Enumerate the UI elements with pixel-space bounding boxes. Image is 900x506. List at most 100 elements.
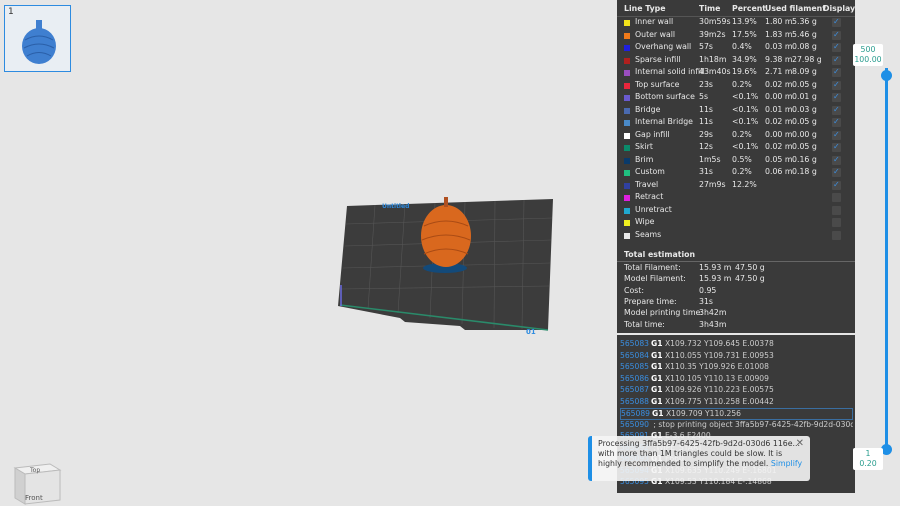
legend-row[interactable]: Internal Bridge 11s <0.1% 0.02 m 0.05 g (617, 117, 855, 130)
legend-row[interactable]: Skirt 12s <0.1% 0.02 m 0.05 g (617, 142, 855, 155)
weight-value: 0.03 g (792, 104, 817, 114)
color-swatch (624, 120, 630, 126)
total-row: Total time: 3h43m (617, 320, 855, 333)
view-cube[interactable]: Top Front (10, 460, 65, 506)
legend-row[interactable]: Seams (617, 230, 855, 243)
weight-value: 0.05 g (792, 79, 817, 89)
gcode-line[interactable]: 565085 G1 X110.35 Y109.926 E.01008 (620, 362, 853, 374)
display-checkbox[interactable] (832, 142, 841, 152)
legend-row[interactable]: Internal solid infill 43m40s 19.6% 2.71 … (617, 67, 855, 80)
display-checkbox[interactable] (832, 105, 841, 115)
percent-value: 13.9% (732, 17, 757, 26)
display-checkbox[interactable] (832, 167, 841, 177)
gcode-line[interactable]: 565083 G1 X109.732 Y109.645 E.00378 (620, 339, 853, 351)
percent-value: 0.5% (732, 154, 752, 164)
line-number: 565087 (620, 385, 649, 394)
total-label: Total Filament: (624, 263, 681, 272)
legend-row[interactable]: Bottom surface 5s <0.1% 0.00 m 0.01 g (617, 92, 855, 105)
header-display: Display (823, 4, 856, 13)
display-checkbox[interactable] (832, 180, 841, 190)
display-checkbox[interactable] (832, 80, 841, 90)
line-type-label: Sparse infill (635, 54, 681, 64)
total-value: 3h43m (699, 319, 727, 329)
length-value: 9.38 m (765, 54, 793, 64)
display-checkbox[interactable] (832, 17, 841, 27)
gcode-line[interactable]: 565086 G1 X110.105 Y110.13 E.00909 (620, 374, 853, 386)
gcode-line[interactable]: 565088 G1 X109.775 Y110.258 E.00442 (620, 397, 853, 409)
display-checkbox[interactable] (832, 42, 841, 52)
length-value: 0.06 m (765, 167, 793, 176)
display-checkbox[interactable] (832, 155, 841, 165)
percent-value: 12.2% (732, 179, 757, 189)
gcode-line[interactable]: 565089 G1 X109.709 Y110.256 (620, 408, 853, 420)
weight-value: 5.46 g (792, 29, 817, 39)
display-checkbox[interactable] (832, 193, 841, 202)
simplify-link[interactable]: Simplify (771, 459, 802, 468)
display-checkbox[interactable] (832, 30, 841, 40)
weight-value: 0.08 g (792, 42, 817, 51)
color-swatch (624, 107, 630, 114)
line-type-label: Wipe (635, 217, 655, 226)
legend-row[interactable]: Overhang wall 57s 0.4% 0.03 m 0.08 g (617, 42, 855, 55)
legend-row[interactable]: Bridge 11s <0.1% 0.01 m 0.03 g (617, 105, 855, 118)
header-line-type: Line Type (624, 4, 666, 13)
total-label: Prepare time: (624, 296, 677, 306)
legend-row[interactable]: Top surface 23s 0.2% 0.02 m 0.05 g (617, 80, 855, 93)
line-type-label: Internal solid infill (635, 67, 705, 76)
line-type-label: Gap infill (635, 129, 670, 139)
color-swatch (624, 132, 630, 139)
weight-value: 0.18 g (792, 167, 817, 176)
legend-row[interactable]: Brim 1m5s 0.5% 0.05 m 0.16 g (617, 155, 855, 168)
close-icon[interactable]: ✕ (796, 439, 804, 449)
total-value-2: 47.50 g (735, 274, 765, 284)
legend-row[interactable]: Outer wall 39m2s 17.5% 1.83 m 5.46 g (617, 30, 855, 43)
display-checkbox[interactable] (832, 55, 841, 65)
display-checkbox[interactable] (832, 130, 841, 140)
legend-row[interactable]: Retract (617, 192, 855, 205)
notification-text: Processing 3ffa5b97-6425-42fb-9d2d-030d6… (598, 439, 800, 468)
length-value: 1.80 m (765, 17, 793, 26)
line-type-label: Seams (635, 229, 662, 239)
total-label: Model printing time: (624, 308, 703, 318)
gcode-line[interactable]: 565090 ; stop printing object 3ffa5b97-6… (620, 420, 853, 432)
legend-row[interactable]: Gap infill 29s 0.2% 0.00 m 0.00 g (617, 130, 855, 143)
weight-value: 0.00 g (792, 129, 817, 139)
gcode-line[interactable]: 565087 G1 X109.926 Y110.223 E.00575 (620, 385, 853, 397)
time-value: 30m59s (699, 17, 731, 26)
time-value: 1m5s (699, 154, 721, 164)
gcode-args: X109.709 Y110.256 (665, 409, 742, 418)
display-checkbox[interactable] (832, 205, 841, 215)
legend-row[interactable]: Wipe (617, 217, 855, 230)
color-swatch (624, 220, 630, 226)
color-swatch (624, 57, 630, 64)
total-value: 15.93 m (699, 274, 732, 284)
layer-slider[interactable] (885, 68, 888, 452)
color-swatch (624, 20, 630, 26)
color-swatch (624, 95, 630, 101)
legend-row[interactable]: Sparse infill 1h18m 34.9% 9.38 m 27.98 g (617, 55, 855, 68)
display-checkbox[interactable] (832, 92, 841, 102)
time-value: 23s (699, 79, 713, 89)
weight-value: 5.36 g (792, 17, 817, 26)
display-checkbox[interactable] (832, 218, 841, 227)
legend-row[interactable]: Travel 27m9s 12.2% (617, 180, 855, 193)
total-value: 31s (699, 296, 713, 306)
display-checkbox[interactable] (832, 117, 841, 127)
line-type-label: Internal Bridge (635, 117, 693, 126)
length-value: 0.00 m (765, 92, 793, 101)
total-value: 15.93 m (699, 263, 732, 272)
length-value: 0.02 m (765, 142, 793, 151)
legend-row[interactable]: Inner wall 30m59s 13.9% 1.80 m 5.36 g (617, 17, 855, 30)
line-type-label: Brim (635, 154, 654, 164)
time-value: 11s (699, 117, 713, 126)
weight-value: 0.05 g (792, 117, 817, 126)
weight-value: 0.05 g (792, 142, 817, 151)
gcode-line[interactable]: 565084 G1 X110.055 Y109.731 E.00953 (620, 351, 853, 363)
legend-row[interactable]: Custom 31s 0.2% 0.06 m 0.18 g (617, 167, 855, 180)
display-checkbox[interactable] (832, 67, 841, 77)
legend-row[interactable]: Unretract (617, 205, 855, 218)
display-checkbox[interactable] (832, 230, 841, 240)
line-type-label: Retract (635, 192, 664, 201)
line-type-label: Overhang wall (635, 42, 692, 51)
top-layer-handle[interactable] (881, 70, 892, 81)
